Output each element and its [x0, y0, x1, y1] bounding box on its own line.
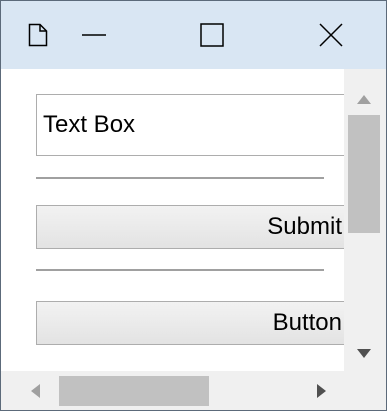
vertical-scrollbar[interactable]: [344, 69, 386, 371]
maximize-icon[interactable]: [187, 1, 237, 69]
minimize-icon[interactable]: [71, 1, 117, 69]
scrollbar-corner: [344, 371, 386, 410]
scroll-right-arrow-icon[interactable]: [317, 384, 326, 403]
scroll-up-arrow-icon[interactable]: [357, 91, 371, 109]
submit-button[interactable]: Submit: [36, 205, 344, 249]
horizontal-scrollbar[interactable]: [1, 371, 344, 410]
scroll-down-arrow-icon[interactable]: [357, 345, 371, 363]
content-area: Text Box Submit Button: [1, 69, 344, 371]
app-window: Text Box Submit Button: [0, 0, 387, 411]
generic-button[interactable]: Button: [36, 301, 344, 345]
scroll-left-arrow-icon[interactable]: [31, 384, 40, 403]
separator: [36, 269, 324, 272]
document-icon: [21, 1, 55, 69]
close-icon[interactable]: [301, 1, 361, 69]
title-bar[interactable]: [1, 1, 386, 69]
horizontal-scroll-thumb[interactable]: [59, 376, 209, 406]
text-box-input[interactable]: Text Box: [36, 94, 344, 156]
separator: [36, 177, 324, 180]
vertical-scroll-thumb[interactable]: [348, 115, 380, 233]
